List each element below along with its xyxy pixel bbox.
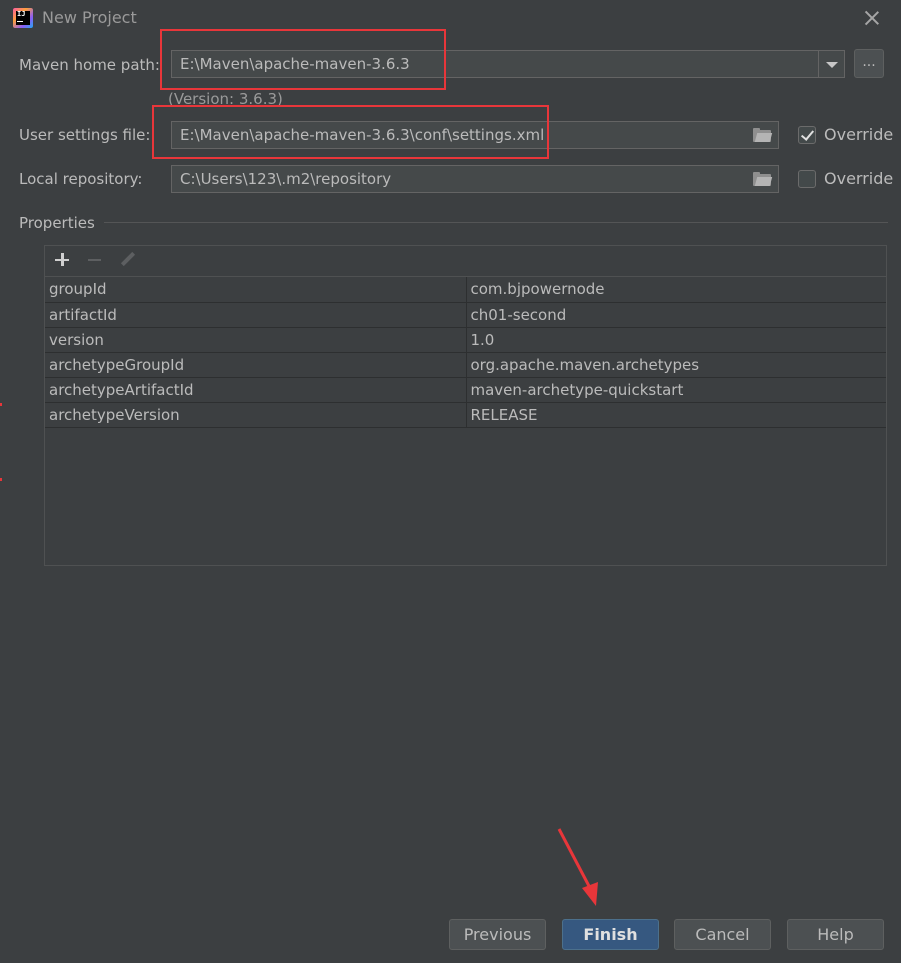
- annotation-mark: [0, 403, 2, 406]
- maven-home-label: Maven home path:: [19, 56, 160, 74]
- help-button[interactable]: Help: [787, 919, 884, 950]
- property-key[interactable]: artifactId: [45, 302, 467, 328]
- user-settings-override-checkbox[interactable]: [798, 126, 816, 144]
- property-value[interactable]: RELEASE: [466, 402, 886, 428]
- table-row[interactable]: artifactId ch01-second: [45, 302, 886, 328]
- annotation-box-user-settings: [152, 105, 549, 159]
- properties-toolbar: [45, 246, 886, 277]
- finish-button[interactable]: Finish: [562, 919, 659, 950]
- property-key[interactable]: groupId: [45, 277, 467, 303]
- property-value[interactable]: 1.0: [466, 327, 886, 353]
- property-value[interactable]: ch01-second: [466, 302, 886, 328]
- cancel-button[interactable]: Cancel: [674, 919, 771, 950]
- property-key[interactable]: archetypeVersion: [45, 402, 467, 428]
- browse-maven-home-button[interactable]: ...: [854, 49, 884, 78]
- user-settings-label: User settings file:: [19, 126, 151, 144]
- property-value[interactable]: org.apache.maven.archetypes: [466, 352, 886, 378]
- close-icon[interactable]: [862, 8, 882, 28]
- properties-grid: groupId com.bjpowernode artifactId ch01-se…: [45, 277, 886, 428]
- annotation-arrow-icon: [557, 828, 598, 906]
- local-repository-override-label: Override: [824, 169, 894, 188]
- properties-separator: [104, 222, 888, 223]
- remove-icon[interactable]: [87, 252, 103, 268]
- properties-heading: Properties: [19, 214, 95, 232]
- property-key[interactable]: archetypeGroupId: [45, 352, 467, 378]
- local-repository-label: Local repository:: [19, 170, 143, 188]
- properties-table: groupId com.bjpowernode artifactId ch01-se…: [44, 245, 887, 566]
- local-repository-field[interactable]: C:\Users\123\.m2\repository: [171, 165, 779, 193]
- table-row[interactable]: groupId com.bjpowernode: [45, 277, 886, 303]
- annotation-mark: [0, 478, 2, 481]
- previous-button[interactable]: Previous: [449, 919, 546, 950]
- table-row[interactable]: archetypeArtifactId maven-archetype-quick…: [45, 377, 886, 403]
- user-settings-override-label: Override: [824, 125, 894, 144]
- title-bar: IJ New Project: [0, 0, 901, 34]
- folder-icon[interactable]: [753, 172, 773, 186]
- property-value[interactable]: maven-archetype-quickstart: [466, 377, 886, 403]
- add-icon[interactable]: [54, 252, 70, 268]
- annotation-box-maven-home: [160, 29, 446, 90]
- table-row[interactable]: version 1.0: [45, 327, 886, 353]
- window-title: New Project: [42, 8, 137, 27]
- property-key[interactable]: archetypeArtifactId: [45, 377, 467, 403]
- folder-icon[interactable]: [753, 128, 773, 142]
- table-row[interactable]: archetypeVersion RELEASE: [45, 402, 886, 428]
- table-row[interactable]: archetypeGroupId org.apache.maven.archety…: [45, 352, 886, 378]
- local-repository-override-checkbox[interactable]: [798, 170, 816, 188]
- property-key[interactable]: version: [45, 327, 467, 353]
- chevron-down-icon[interactable]: [818, 50, 845, 78]
- intellij-logo-icon: IJ: [13, 8, 33, 28]
- property-value[interactable]: com.bjpowernode: [466, 277, 886, 303]
- edit-icon[interactable]: [118, 251, 136, 269]
